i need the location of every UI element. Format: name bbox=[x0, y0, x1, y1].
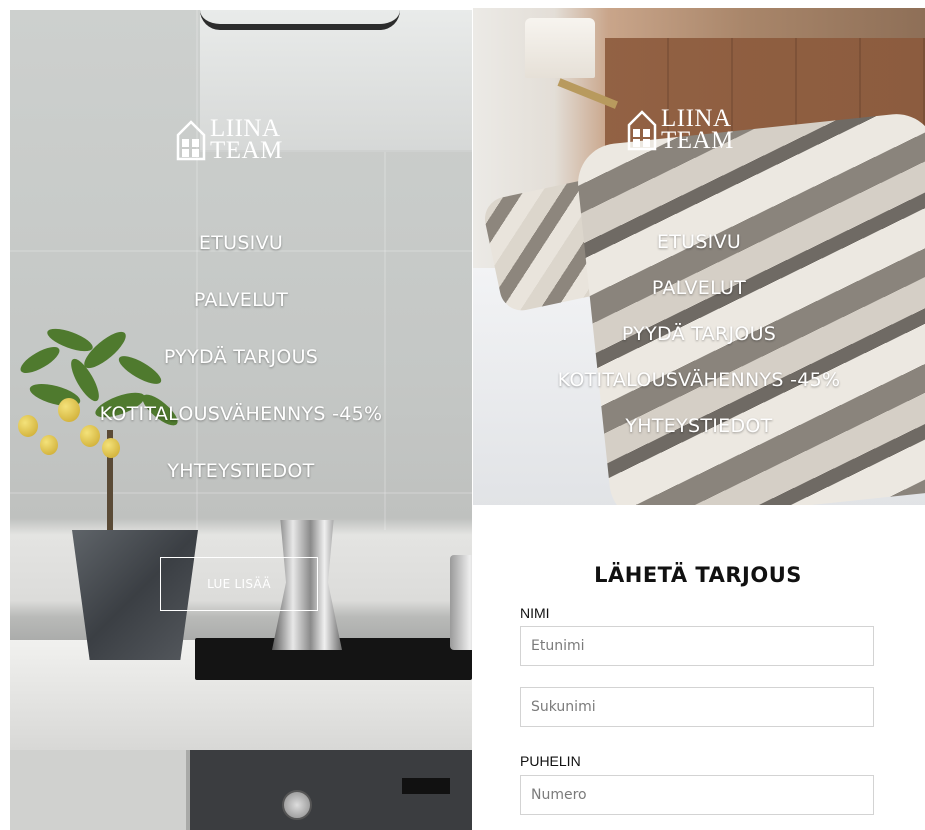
brand-logo[interactable]: LIINA TEAM bbox=[627, 106, 734, 154]
main-nav: ETUSIVU PALVELUT PYYDÄ TARJOUS KOTITALOU… bbox=[473, 231, 925, 461]
house-window-icon bbox=[176, 120, 206, 161]
read-more-button[interactable]: LUE LISÄÄ bbox=[160, 557, 318, 611]
nav-link-kotitalousvahennys[interactable]: KOTITALOUSVÄHENNYS -45% bbox=[10, 403, 472, 460]
left-nav-overlay: LIINA TEAM ETUSIVU PALVELUT PYYDÄ TARJOU… bbox=[10, 10, 472, 830]
main-nav: ETUSIVU PALVELUT PYYDÄ TARJOUS KOTITALOU… bbox=[10, 232, 472, 517]
nav-link-etusivu[interactable]: ETUSIVU bbox=[473, 231, 925, 277]
nav-link-palvelut[interactable]: PALVELUT bbox=[473, 277, 925, 323]
brand-wordmark: LIINA TEAM bbox=[210, 116, 283, 164]
nav-link-pyyda-tarjous[interactable]: PYYDÄ TARJOUS bbox=[10, 346, 472, 403]
nav-link-kotitalousvahennys[interactable]: KOTITALOUSVÄHENNYS -45% bbox=[473, 369, 925, 415]
nav-link-palvelut[interactable]: PALVELUT bbox=[10, 289, 472, 346]
first-name-input[interactable] bbox=[520, 626, 874, 666]
form-title: LÄHETÄ TARJOUS bbox=[594, 563, 802, 587]
hero-bedroom-panel: LIINA TEAM ETUSIVU PALVELUT PYYDÄ TARJOU… bbox=[473, 8, 925, 505]
hero-kitchen-panel: LIINA TEAM ETUSIVU PALVELUT PYYDÄ TARJOU… bbox=[10, 10, 472, 830]
brand-line-2: TEAM bbox=[661, 127, 734, 154]
nav-link-yhteystiedot[interactable]: YHTEYSTIEDOT bbox=[10, 460, 472, 517]
nav-link-etusivu[interactable]: ETUSIVU bbox=[10, 232, 472, 289]
name-label: NIMI bbox=[520, 605, 550, 621]
house-window-icon bbox=[627, 110, 657, 151]
right-nav-overlay: LIINA TEAM ETUSIVU PALVELUT PYYDÄ TARJOU… bbox=[473, 8, 925, 505]
brand-logo[interactable]: LIINA TEAM bbox=[176, 116, 283, 164]
last-name-input[interactable] bbox=[520, 687, 874, 727]
brand-line-2: TEAM bbox=[210, 137, 283, 164]
nav-link-pyyda-tarjous[interactable]: PYYDÄ TARJOUS bbox=[473, 323, 925, 369]
brand-wordmark: LIINA TEAM bbox=[661, 106, 734, 154]
nav-link-yhteystiedot[interactable]: YHTEYSTIEDOT bbox=[473, 415, 925, 461]
phone-input[interactable] bbox=[520, 775, 874, 815]
phone-label: PUHELIN bbox=[520, 753, 581, 769]
